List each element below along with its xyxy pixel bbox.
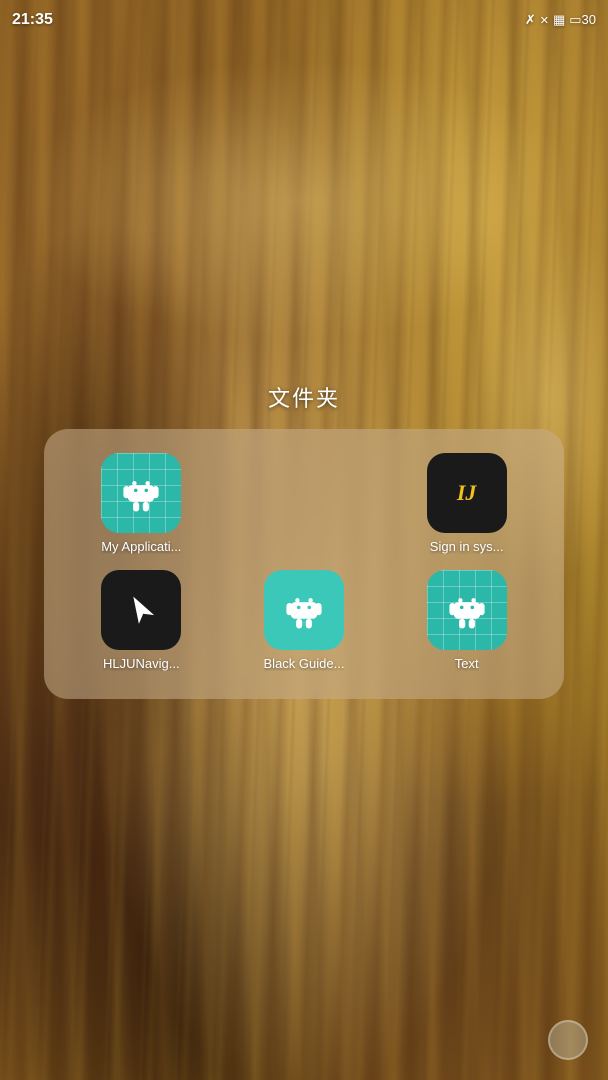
apps-grid: My Applicati... IJ Sign in sys... [64,453,544,671]
bluetooth-icon: ✗ [525,12,536,28]
app-sign-in-sys[interactable]: IJ Sign in sys... [417,453,517,554]
app-black-guide[interactable]: Black Guide... [254,570,354,671]
app-label-black-guide: Black Guide... [264,656,345,671]
app-hlju-navigate[interactable]: HLJUNavig... [91,570,191,671]
app-label-hlju-navigate: HLJUNavig... [103,656,180,671]
app-label-my-application: My Applicati... [101,539,181,554]
navigation-arrow-icon [119,588,163,632]
status-bar: 21:35 ✗ ✕ ▦ ▭30 [0,0,608,40]
app-icon-sign-in-sys[interactable]: IJ [427,453,507,533]
android-robot-icon-2 [282,588,326,632]
grid-overlay-2 [427,570,507,650]
app-icon-hlju-navigate[interactable] [101,570,181,650]
folder-container[interactable]: My Applicati... IJ Sign in sys... [44,429,564,699]
app-label-text: Text [455,656,479,671]
status-icons: ✗ ✕ ▦ ▭30 [525,12,596,28]
status-time: 21:35 [12,11,53,29]
app-icon-black-guide[interactable] [264,570,344,650]
battery-indicator: ▭30 [569,12,596,28]
folder-title: 文件夹 [268,381,340,413]
signal-slash-icon: ✕ [540,14,549,27]
signin-text-icon: IJ [457,480,477,506]
app-label-sign-in-sys: Sign in sys... [430,539,504,554]
app-icon-text[interactable] [427,570,507,650]
signal-bars-icon: ▦ [553,12,565,28]
grid-overlay [101,453,181,533]
app-text[interactable]: Text [417,570,517,671]
app-my-application[interactable]: My Applicati... [91,453,191,554]
folder-overlay: 文件夹 [0,0,608,1080]
app-icon-my-application[interactable] [101,453,181,533]
